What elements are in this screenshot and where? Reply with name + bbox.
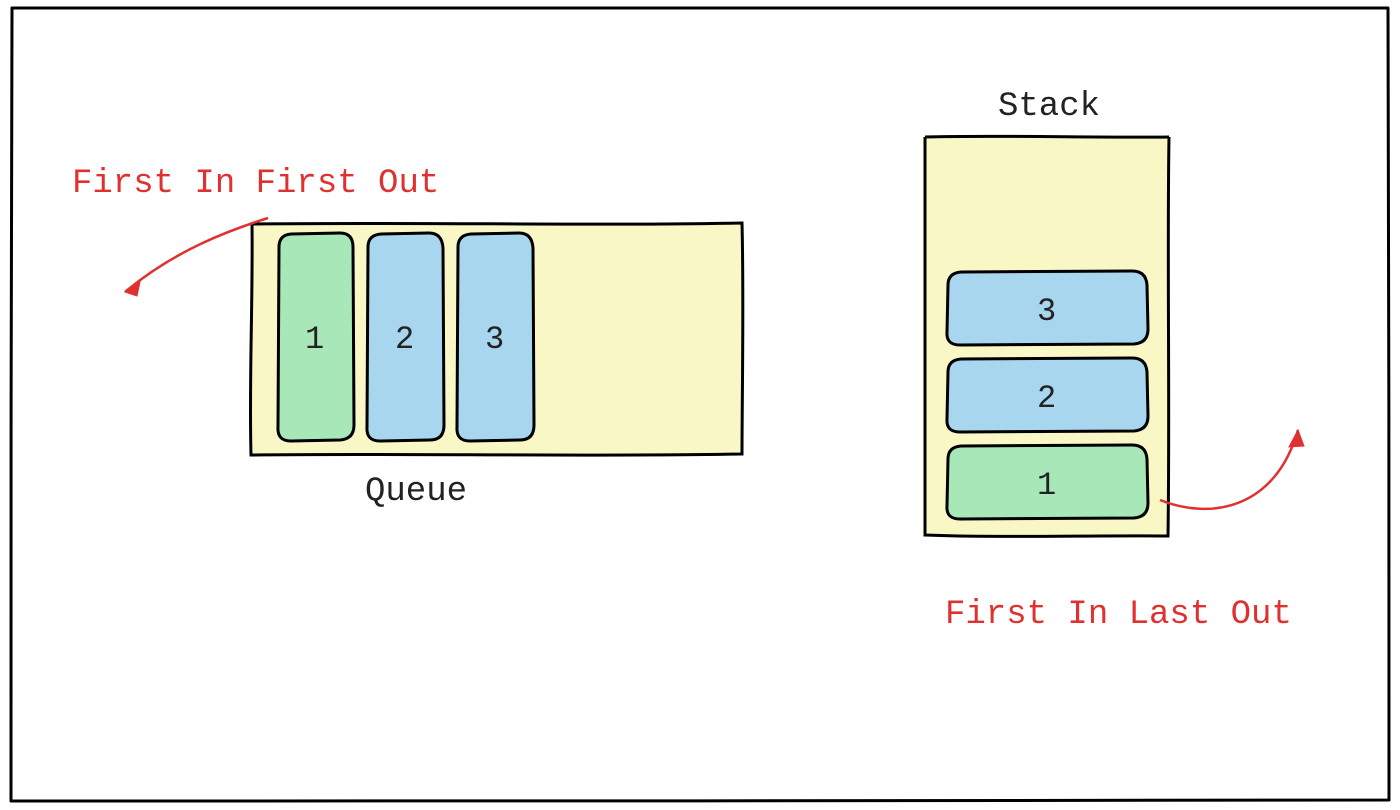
queue-item-1-label: 1 <box>305 321 324 358</box>
queue-item-3-label: 3 <box>485 321 504 358</box>
stack-arrowhead-icon <box>1289 430 1304 447</box>
stack-title: Stack <box>998 88 1100 126</box>
queue-arrow <box>125 218 268 292</box>
stack-item-1-label: 1 <box>1037 467 1056 504</box>
stack-container-top <box>925 136 1169 137</box>
stack-item-3-label: 3 <box>1037 293 1056 330</box>
stack-principle: First In Last Out <box>945 596 1292 634</box>
queue-principle: First In First Out <box>72 165 439 203</box>
diagram-canvas: 1 2 3 Queue First In First Out Stack 1 2… <box>0 0 1400 810</box>
stack-item-2-label: 2 <box>1037 380 1056 417</box>
queue-title: Queue <box>365 473 467 511</box>
queue-item-2-label: 2 <box>395 321 414 358</box>
stack-arrow <box>1160 430 1298 509</box>
